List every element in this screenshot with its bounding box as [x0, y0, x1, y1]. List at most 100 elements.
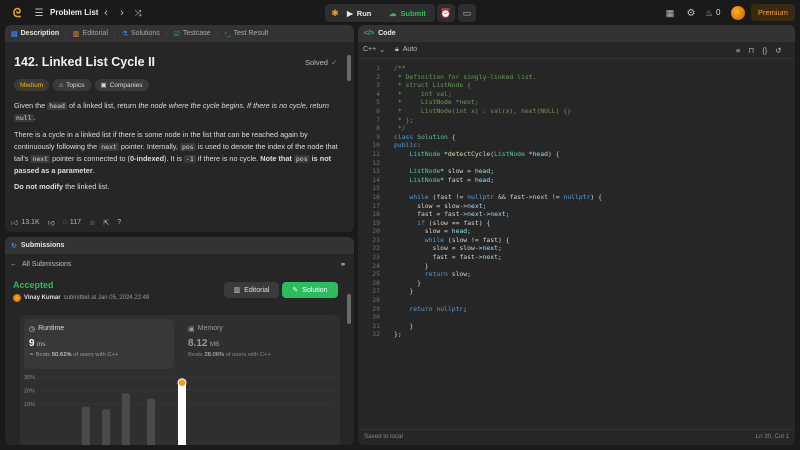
code-line[interactable]: 7 * };: [358, 116, 795, 125]
code-line[interactable]: 32};: [358, 330, 795, 339]
code-text: slow = slow->next;: [432, 244, 502, 253]
code-line[interactable]: 19 if (slow == fast) {: [358, 219, 795, 228]
problem-title: 142. Linked List Cycle II: [14, 55, 156, 69]
list-icon[interactable]: ☰: [33, 7, 45, 19]
code-line[interactable]: 1 /**: [358, 64, 795, 73]
line-number: 15: [372, 184, 380, 193]
coin-count: 0: [716, 8, 721, 17]
line-number: 29: [372, 304, 380, 313]
line-number: 16: [372, 192, 380, 201]
language-select[interactable]: C++ ⌄: [363, 46, 385, 54]
clock-icon: ◷: [29, 326, 36, 333]
code-text: /**: [394, 64, 406, 72]
companies-button[interactable]: ▣ Companies: [94, 79, 149, 91]
shuffle-icon[interactable]: ⤨: [132, 7, 144, 19]
problem-list-link[interactable]: Problem List: [50, 8, 98, 17]
code-line[interactable]: 29 return nullptr;: [358, 305, 795, 314]
star-icon[interactable]: ☆: [89, 219, 95, 227]
code-line[interactable]: 15: [358, 184, 795, 193]
debug-icon[interactable]: ✱: [330, 7, 340, 19]
play-icon: ▶: [347, 8, 353, 18]
bookmark-icon[interactable]: ⊓: [748, 46, 754, 55]
submissions-header: ↻ Submissions: [5, 237, 354, 254]
code-line[interactable]: 9 class Solution {: [358, 133, 795, 142]
tag-icon: ⌂: [59, 81, 64, 89]
line-number: 22: [372, 244, 380, 253]
code-line[interactable]: 16 while (fast != nullptr && fast->next …: [358, 193, 795, 202]
share-icon[interactable]: ⇱: [103, 219, 109, 227]
code-line[interactable]: 17 slow = slow->next;: [358, 202, 795, 211]
code-line[interactable]: 13 ListNode* slow = head;: [358, 167, 795, 176]
format-icon[interactable]: ≡: [736, 46, 740, 55]
runtime-label: ◷ Runtime: [29, 325, 65, 333]
link-icon[interactable]: ⚭: [338, 259, 348, 269]
code-line[interactable]: 24 }: [358, 262, 795, 271]
chart-bar[interactable]: [82, 406, 90, 445]
editorial-button[interactable]: ▥ Editorial: [224, 282, 279, 298]
code-line[interactable]: 23 fast = fast->next;: [358, 253, 795, 262]
submit-button[interactable]: ☁ Submit: [389, 7, 426, 19]
code-line[interactable]: 10 public:: [358, 141, 795, 150]
grid-icon[interactable]: ▦: [664, 7, 676, 19]
code-line[interactable]: 3 * struct ListNode {: [358, 81, 795, 90]
dislike-icon[interactable]: 👎︎: [48, 218, 55, 227]
topics-button[interactable]: ⌂ Topics: [53, 79, 91, 91]
chart-bar[interactable]: [147, 398, 155, 445]
submissions-scrollbar[interactable]: [347, 294, 351, 324]
tab-description[interactable]: ▤ Description: [11, 30, 59, 38]
autocomplete-mode[interactable]: 🔒︎ Auto: [395, 46, 417, 54]
code-line[interactable]: 18 fast = fast->next->next;: [358, 210, 795, 219]
runtime-beats: ❧ Beats 50.61% of users with C++: [29, 352, 119, 358]
tab-editorial[interactable]: ▥ Editorial: [73, 30, 108, 38]
next-problem-icon[interactable]: ›: [116, 6, 128, 20]
premium-button[interactable]: Premium: [751, 4, 795, 21]
code-line[interactable]: 30: [358, 313, 795, 322]
code-editor[interactable]: 1/** 2 * Definition for singly-linked lis…: [358, 64, 795, 339]
chart-bar-current[interactable]: [178, 379, 186, 445]
code-line[interactable]: 20 slow = head;: [358, 227, 795, 236]
code-line[interactable]: 2 * Definition for singly-linked list.: [358, 73, 795, 82]
comments-button[interactable]: ◌ 117: [63, 219, 81, 226]
avatar[interactable]: [731, 6, 745, 20]
code-line[interactable]: 11 ListNode *detectCycle(ListNode *head)…: [358, 150, 795, 159]
memory-label[interactable]: ▣ Memory: [188, 325, 223, 333]
code-text: * struct ListNode {: [394, 81, 471, 90]
edit-icon: ✎: [292, 287, 299, 294]
description-scrollbar[interactable]: [347, 55, 351, 81]
prev-problem-icon[interactable]: ‹: [100, 6, 112, 20]
tab-testcase[interactable]: ☑ Testcase: [174, 30, 211, 38]
top-bar: ᘓ ☰ Problem List ‹ › ⤨ ✱ ▶ Run ☁ Submit ⏰ …: [0, 0, 800, 26]
solution-button[interactable]: ✎ Solution: [282, 282, 338, 298]
code-line[interactable]: 8 */: [358, 124, 795, 133]
tab-solutions[interactable]: ⚗ Solutions: [122, 30, 160, 38]
help-icon[interactable]: ?: [117, 219, 121, 226]
fire-icon[interactable]: ♨: [704, 7, 714, 19]
code-line[interactable]: 31 }: [358, 322, 795, 331]
code-text: };: [394, 330, 402, 339]
code-line[interactable]: 28: [358, 296, 795, 305]
code-line[interactable]: 12: [358, 159, 795, 168]
chart-bar[interactable]: [102, 409, 110, 445]
code-line[interactable]: 5 * ListNode *next;: [358, 98, 795, 107]
code-line[interactable]: 6 * ListNode(int x) : val(x), next(NULL)…: [358, 107, 795, 116]
code-line[interactable]: 25 return slow;: [358, 270, 795, 279]
run-button[interactable]: ▶ Run: [347, 7, 371, 19]
braces-icon[interactable]: {}: [762, 46, 767, 55]
code-toolbar: [358, 43, 795, 59]
code-line[interactable]: 27 }: [358, 287, 795, 296]
like-button[interactable]: 👍︎ 13.1K: [11, 218, 40, 227]
check-circle-icon: ✓: [330, 58, 338, 67]
chart-bar[interactable]: [122, 393, 130, 445]
settings-gear-icon[interactable]: ⚙: [685, 7, 697, 19]
leetcode-logo[interactable]: ᘓ: [10, 6, 24, 20]
reset-icon[interactable]: ↺: [775, 46, 781, 55]
chart-ytick-label: 10%: [24, 402, 35, 408]
code-line[interactable]: 26 }: [358, 279, 795, 288]
all-submissions-link[interactable]: ← All Submissions: [10, 261, 71, 268]
code-line[interactable]: 14 ListNode* fast = head;: [358, 176, 795, 185]
code-line[interactable]: 4 * int val;: [358, 90, 795, 99]
code-text: fast = fast->next->next;: [417, 210, 510, 219]
code-line[interactable]: 22 slow = slow->next;: [358, 244, 795, 253]
tab-test-result[interactable]: ›_ Test Result: [224, 30, 268, 37]
code-line[interactable]: 21 while (slow != fast) {: [358, 236, 795, 245]
